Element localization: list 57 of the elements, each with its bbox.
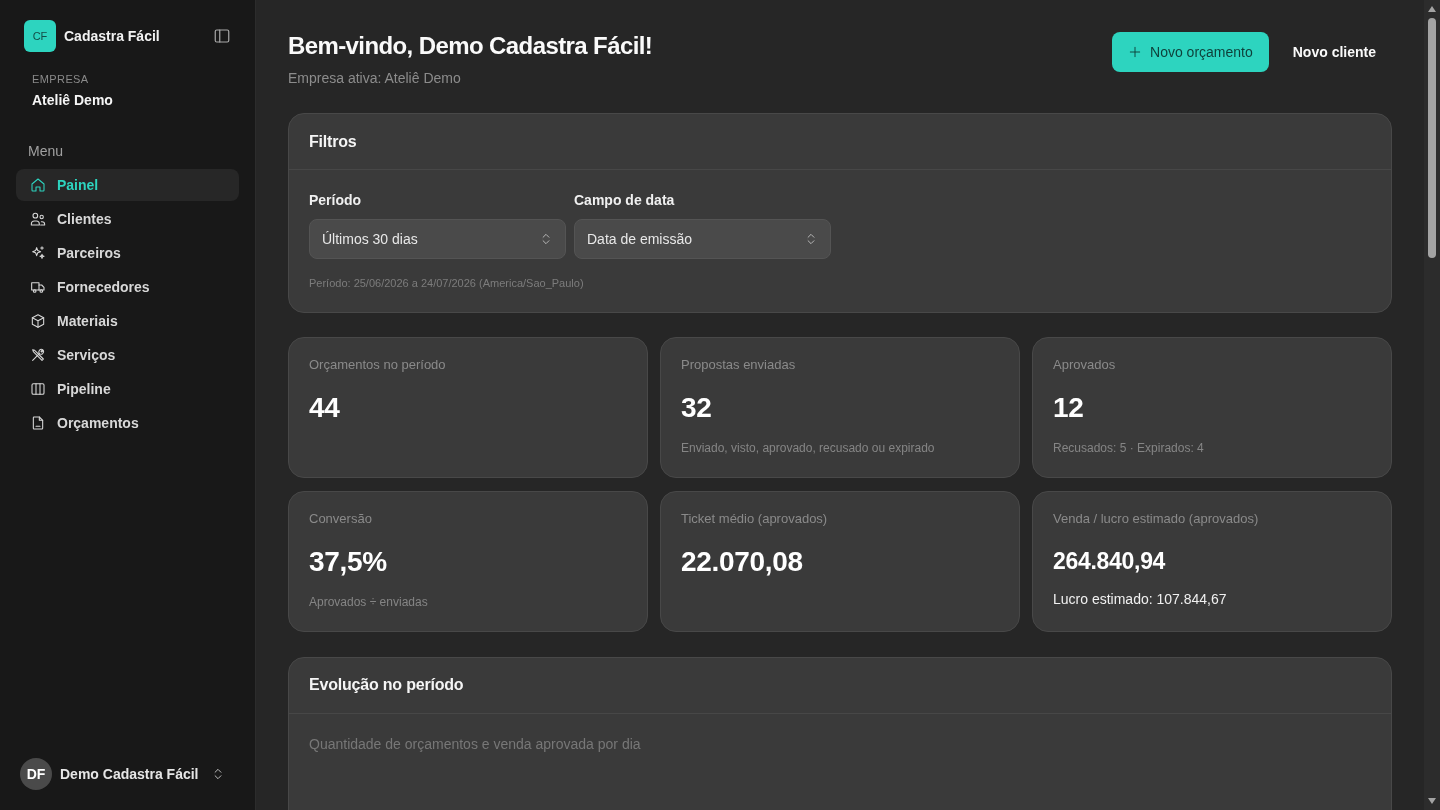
scrollbar-thumb[interactable] xyxy=(1428,18,1436,258)
user-name: Demo Cadastra Fácil xyxy=(60,764,200,784)
stat-value: 44 xyxy=(309,390,341,425)
page-title: Bem-vindo, Demo Cadastra Fácil! xyxy=(288,31,653,61)
stat-note: Lucro estimado: 107.844,67 xyxy=(1053,589,1228,609)
select-field[interactable]: Últimos 30 dias xyxy=(309,219,566,259)
stat-value: 37,5% xyxy=(309,544,388,579)
truck-icon xyxy=(30,279,46,295)
sidebar-toggle-icon[interactable] xyxy=(213,27,231,45)
crossed-tools-icon xyxy=(30,347,46,363)
users-icon xyxy=(30,211,46,227)
menu-heading: Menu xyxy=(27,142,65,161)
stat-value: 264.840,94 xyxy=(1053,546,1167,575)
home-icon xyxy=(30,177,46,193)
card-title: Evolução no período xyxy=(309,675,464,695)
stat-note: Aprovados ÷ enviadas xyxy=(309,593,429,611)
stat-label: Ticket médio (aprovados) xyxy=(681,510,829,527)
sidebar-item[interactable]: Orçamentos xyxy=(16,407,239,439)
cube-icon xyxy=(30,313,46,329)
chart-caption: Quantidade de orçamentos e venda aprovada por dia xyxy=(309,734,642,754)
sidebar-item[interactable]: Painel xyxy=(16,169,239,201)
period-note: Período: 25/06/2026 a 24/07/2026 (America/Sao_Paulo) xyxy=(309,276,585,291)
new-client-button[interactable]: Novo cliente xyxy=(1276,32,1392,72)
field-label: Campo de data xyxy=(574,191,676,210)
scroll-down-icon[interactable] xyxy=(1428,798,1436,804)
stat-label: Orçamentos no período xyxy=(309,356,447,373)
stat-label: Aprovados xyxy=(1053,356,1117,373)
sidebar-item[interactable]: Materiais xyxy=(16,305,239,337)
avatar: DF xyxy=(20,758,52,790)
stat-label: Propostas enviadas xyxy=(681,356,797,373)
stat-label: Venda / lucro estimado (aprovados) xyxy=(1053,510,1260,527)
scroll-up-icon[interactable] xyxy=(1428,6,1436,12)
sidebar-item[interactable]: Pipeline xyxy=(16,373,239,405)
scrollbar[interactable] xyxy=(1424,0,1440,810)
stat-note: Enviado, visto, aprovado, recusado ou expirado xyxy=(681,439,936,457)
stat-note: Recusados: 5 · Expirados: 4 xyxy=(1053,439,1205,457)
sidebar-item[interactable]: Fornecedores xyxy=(16,271,239,303)
stat-label: Conversão xyxy=(309,510,373,527)
logo-tile: CF xyxy=(24,20,56,52)
stat-value: 32 xyxy=(681,390,713,425)
sidebar-item[interactable]: Clientes xyxy=(16,203,239,235)
plus-icon xyxy=(1128,45,1143,59)
sidebar-item[interactable]: Serviços xyxy=(16,339,239,371)
columns-icon xyxy=(30,381,46,397)
sidebar-item[interactable]: Parceiros xyxy=(16,237,239,269)
company-name: Ateliê Demo xyxy=(32,91,114,110)
new-quote-button[interactable]: Novo orçamento xyxy=(1112,32,1269,72)
document-icon xyxy=(30,415,46,431)
stat-value: 12 xyxy=(1053,390,1085,425)
app-name: Cadastra Fácil xyxy=(64,26,161,46)
stat-value: 22.070,08 xyxy=(681,544,804,579)
select-field[interactable]: Data de emissão xyxy=(574,219,831,259)
card-title: Filtros xyxy=(309,131,357,152)
field-label: Período xyxy=(309,191,363,210)
company-label: EMPRESA xyxy=(32,72,90,86)
sparkles-icon xyxy=(30,245,46,261)
page-subtitle: Empresa ativa: Ateliê Demo xyxy=(288,69,462,88)
